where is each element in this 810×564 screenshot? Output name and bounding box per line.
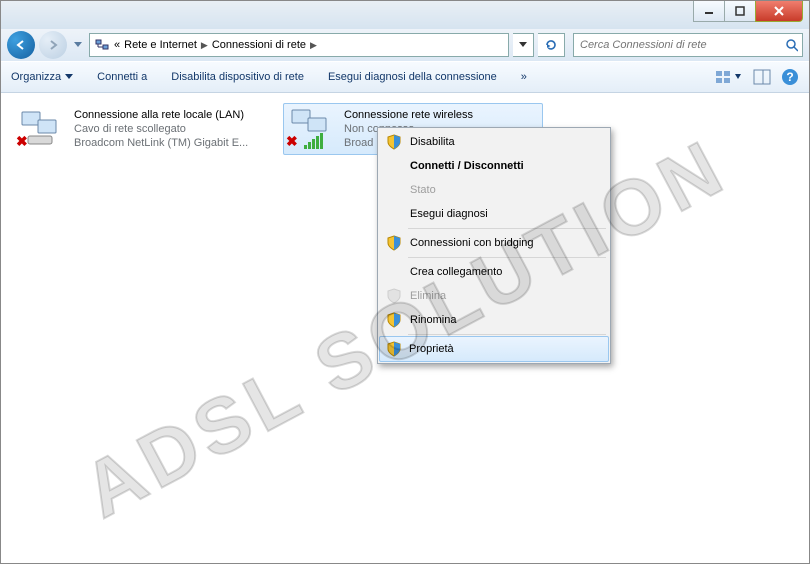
titlebar: [1, 1, 809, 29]
signal-bars-icon: [304, 135, 323, 149]
ctx-label: Connetti / Disconnetti: [410, 160, 524, 172]
ctx-label: Esegui diagnosi: [410, 208, 488, 220]
ctx-separator: [408, 228, 606, 229]
item-title: Connessione rete wireless: [344, 108, 473, 122]
refresh-button[interactable]: [538, 33, 565, 57]
ctx-diagnose[interactable]: Esegui diagnosi: [380, 202, 608, 226]
connect-to-cmd[interactable]: Connetti a: [97, 71, 147, 83]
ctx-label: Connessioni con bridging: [410, 237, 534, 249]
ctx-disable[interactable]: Disabilita: [380, 130, 608, 154]
ctx-separator: [408, 257, 606, 258]
address-bar: « Rete e Internet ▶ Connessioni di rete …: [1, 29, 809, 61]
chevron-right-icon[interactable]: ▶: [310, 40, 317, 51]
ctx-label: Rinomina: [410, 314, 456, 326]
search-input[interactable]: [578, 38, 785, 52]
ctx-label: Disabilita: [410, 136, 455, 148]
nav-history-dropdown[interactable]: [71, 32, 85, 58]
network-icon: [94, 37, 110, 53]
search-box[interactable]: [573, 33, 803, 57]
ctx-bridge[interactable]: Connessioni con bridging: [380, 231, 608, 255]
connection-item-lan[interactable]: ✖ Connessione alla rete locale (LAN) Cav…: [13, 103, 273, 155]
nav-forward-button[interactable]: [39, 31, 67, 59]
ctx-label: Elimina: [410, 290, 446, 302]
ctx-connect[interactable]: Connetti / Disconnetti: [380, 154, 608, 178]
error-badge-icon: ✖: [286, 133, 298, 150]
organize-menu[interactable]: Organizza: [11, 71, 73, 83]
breadcrumb-bar[interactable]: « Rete e Internet ▶ Connessioni di rete …: [89, 33, 509, 57]
ctx-delete: Elimina: [380, 284, 608, 308]
ctx-properties[interactable]: Proprietà: [379, 336, 609, 362]
disable-device-cmd[interactable]: Disabilita dispositivo di rete: [171, 71, 304, 83]
overflow-cmd[interactable]: »: [521, 71, 527, 83]
nav-back-button[interactable]: [7, 31, 35, 59]
shield-icon: [386, 341, 402, 357]
chevron-right-icon[interactable]: ▶: [201, 40, 208, 51]
content-area: ✖ Connessione alla rete locale (LAN) Cav…: [1, 93, 809, 563]
lan-icon: ✖: [18, 108, 66, 148]
view-button[interactable]: [715, 68, 743, 86]
close-button[interactable]: [755, 1, 803, 22]
ctx-shortcut[interactable]: Crea collegamento: [380, 260, 608, 284]
svg-text:?: ?: [786, 70, 793, 84]
help-button[interactable]: ?: [781, 68, 799, 86]
ctx-label: Crea collegamento: [410, 266, 502, 278]
breadcrumb-overflow[interactable]: «: [114, 39, 120, 51]
item-device: Broadcom NetLink (TM) Gigabit E...: [74, 136, 248, 150]
ctx-rename[interactable]: Rinomina: [380, 308, 608, 332]
command-bar: Organizza Connetti a Disabilita disposit…: [1, 61, 809, 93]
error-badge-icon: ✖: [16, 133, 28, 150]
shield-icon: [386, 288, 402, 304]
ctx-state: Stato: [380, 178, 608, 202]
cmd-label: Connetti a: [97, 71, 147, 83]
context-menu: Disabilita Connetti / Disconnetti Stato …: [377, 127, 611, 364]
item-title: Connessione alla rete locale (LAN): [74, 108, 248, 122]
cmd-label: Esegui diagnosi della connessione: [328, 71, 497, 83]
wireless-icon: ✖: [288, 108, 336, 148]
breadcrumb-item[interactable]: Rete e Internet: [124, 39, 197, 51]
preview-pane-button[interactable]: [753, 68, 771, 86]
shield-icon: [386, 134, 402, 150]
breadcrumb-item[interactable]: Connessioni di rete: [212, 39, 306, 51]
minimize-button[interactable]: [693, 1, 725, 22]
maximize-button[interactable]: [724, 1, 756, 22]
ctx-label: Proprietà: [409, 343, 454, 355]
address-dropdown[interactable]: [513, 33, 534, 57]
cmd-label: Organizza: [11, 71, 61, 83]
ctx-separator: [408, 334, 606, 335]
item-status: Cavo di rete scollegato: [74, 122, 248, 136]
cmd-label: Disabilita dispositivo di rete: [171, 71, 304, 83]
ctx-label: Stato: [410, 184, 436, 196]
search-icon: [785, 38, 798, 52]
cmd-label: »: [521, 71, 527, 83]
shield-icon: [386, 235, 402, 251]
shield-icon: [386, 312, 402, 328]
explorer-window: « Rete e Internet ▶ Connessioni di rete …: [0, 0, 810, 564]
diagnose-cmd[interactable]: Esegui diagnosi della connessione: [328, 71, 497, 83]
